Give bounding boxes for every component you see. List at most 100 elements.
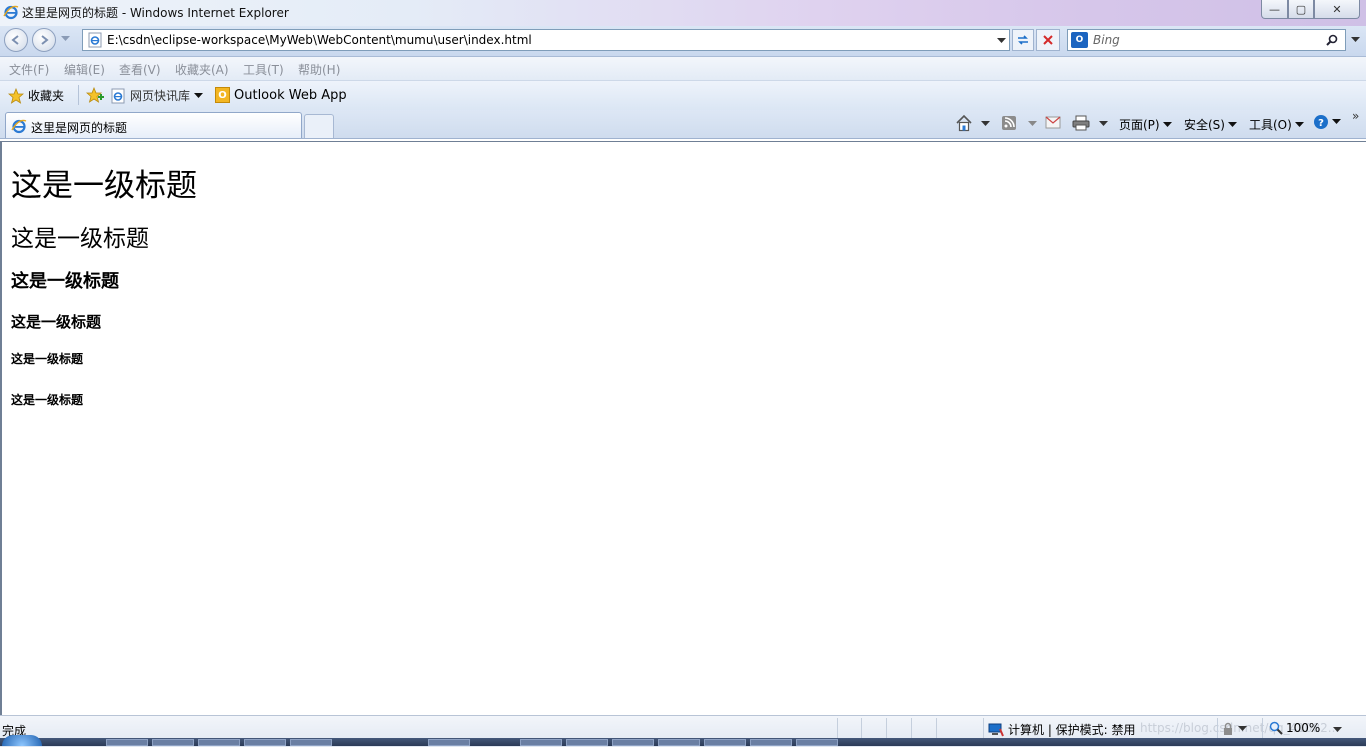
taskbar-button[interactable] bbox=[566, 739, 608, 746]
help-icon: ? bbox=[1314, 115, 1328, 129]
taskbar-button[interactable] bbox=[106, 739, 148, 746]
chevron-down-icon bbox=[1332, 119, 1341, 124]
address-input[interactable]: E:\csdn\eclipse-workspace\MyWeb\WebConte… bbox=[107, 33, 532, 47]
taskbar-button[interactable] bbox=[612, 739, 654, 746]
menu-bar: 文件(F) 编辑(E) 查看(V) 收藏夹(A) 工具(T) 帮助(H) bbox=[0, 57, 1366, 81]
tab-page-icon bbox=[11, 119, 27, 134]
protected-mode-settings[interactable] bbox=[1221, 722, 1247, 736]
safety-menu-label: 安全(S) bbox=[1184, 118, 1225, 132]
taskbar-button[interactable] bbox=[520, 739, 562, 746]
computer-icon bbox=[988, 723, 1004, 736]
heading-5: 这是一级标题 bbox=[11, 352, 84, 366]
help-menu[interactable]: ? bbox=[1313, 114, 1341, 130]
safety-menu[interactable]: 安全(S) bbox=[1184, 116, 1237, 133]
stop-x-icon bbox=[1043, 35, 1053, 45]
taskbar-button[interactable] bbox=[290, 739, 332, 746]
new-tab-button[interactable] bbox=[304, 114, 334, 138]
read-mail-icon[interactable] bbox=[1045, 116, 1061, 129]
tab-active[interactable]: 这里是网页的标题 bbox=[5, 112, 302, 138]
taskbar-button[interactable] bbox=[244, 739, 286, 746]
tools-menu-label: 工具(O) bbox=[1249, 118, 1292, 132]
taskbar-button[interactable] bbox=[198, 739, 240, 746]
taskbar-button[interactable] bbox=[428, 739, 470, 746]
status-divider bbox=[886, 718, 887, 738]
outlook-icon: O bbox=[215, 87, 230, 103]
print-dropdown-icon[interactable] bbox=[1099, 121, 1108, 127]
status-divider bbox=[837, 718, 838, 738]
favorites-bar: 收藏夹 网页快讯库 O Outlook Web App bbox=[0, 81, 1366, 110]
menu-file[interactable]: 文件(F) bbox=[9, 61, 49, 78]
outlook-web-app-link[interactable]: O Outlook Web App bbox=[215, 87, 347, 103]
window-title: 这里是网页的标题 - Windows Internet Explorer bbox=[22, 6, 289, 20]
rss-feed-icon[interactable] bbox=[1001, 115, 1017, 131]
star-icon bbox=[8, 87, 24, 104]
svg-text:?: ? bbox=[1318, 118, 1324, 129]
home-icon[interactable] bbox=[955, 114, 973, 132]
ie-logo-icon bbox=[3, 5, 19, 20]
taskbar-button[interactable] bbox=[658, 739, 700, 746]
web-slice-gallery[interactable]: 网页快讯库 bbox=[110, 87, 204, 104]
status-divider bbox=[983, 718, 984, 738]
page-menu-label: 页面(P) bbox=[1119, 118, 1160, 132]
start-orb-icon[interactable] bbox=[2, 735, 42, 746]
shield-lock-icon bbox=[1224, 722, 1232, 735]
address-bar[interactable]: E:\csdn\eclipse-workspace\MyWeb\WebConte… bbox=[82, 29, 1010, 51]
chevron-down-icon bbox=[1162, 121, 1172, 127]
back-button[interactable] bbox=[4, 28, 28, 52]
zoom-control[interactable]: 100% bbox=[1269, 721, 1320, 735]
zoom-level: 100% bbox=[1286, 721, 1321, 735]
menu-edit[interactable]: 编辑(E) bbox=[64, 61, 105, 78]
menu-favorites[interactable]: 收藏夹(A) bbox=[175, 61, 229, 78]
status-divider bbox=[911, 718, 912, 738]
security-zone-label: 计算机 | 保护模式: 禁用 bbox=[1008, 723, 1136, 737]
taskbar-button[interactable] bbox=[704, 739, 746, 746]
minimize-icon: — bbox=[1269, 2, 1280, 16]
status-divider bbox=[1262, 718, 1263, 738]
search-input[interactable]: Bing bbox=[1093, 33, 1120, 47]
menu-tools[interactable]: 工具(T) bbox=[243, 61, 284, 78]
zoom-dropdown-icon[interactable] bbox=[1333, 727, 1342, 733]
search-icon[interactable] bbox=[1326, 34, 1338, 46]
tools-menu[interactable]: 工具(O) bbox=[1249, 116, 1304, 133]
page-menu[interactable]: 页面(P) bbox=[1119, 116, 1172, 133]
tab-active-label: 这里是网页的标题 bbox=[31, 121, 128, 135]
page-content: 这是一级标题 这是一级标题 这是一级标题 这是一级标题 这是一级标题 这是一级标… bbox=[0, 141, 1366, 715]
security-zone[interactable]: 计算机 | 保护模式: 禁用 bbox=[988, 721, 1136, 738]
favorites-button[interactable]: 收藏夹 bbox=[8, 87, 64, 104]
chevron-down-icon bbox=[194, 92, 204, 98]
close-icon: ✕ bbox=[1332, 2, 1342, 16]
print-icon[interactable] bbox=[1072, 115, 1090, 131]
web-slice-label: 网页快讯库 bbox=[130, 89, 191, 103]
heading-6: 这是一级标题 bbox=[11, 393, 84, 407]
refresh-button[interactable] bbox=[1012, 29, 1034, 51]
chevron-down-icon bbox=[1238, 726, 1247, 731]
favbar-divider bbox=[78, 85, 79, 105]
history-dropdown-icon[interactable] bbox=[61, 36, 70, 42]
forward-button[interactable] bbox=[32, 28, 56, 52]
navigation-bar: E:\csdn\eclipse-workspace\MyWeb\WebConte… bbox=[0, 26, 1366, 57]
maximize-button[interactable]: ▢ bbox=[1288, 0, 1314, 19]
address-dropdown-icon[interactable] bbox=[997, 38, 1006, 44]
chevron-down-icon bbox=[1227, 121, 1237, 127]
refresh-icon bbox=[1018, 35, 1028, 45]
stop-button[interactable] bbox=[1036, 29, 1060, 51]
heading-2: 这是一级标题 bbox=[11, 226, 149, 252]
home-dropdown-icon[interactable] bbox=[981, 121, 990, 127]
feed-dropdown-icon[interactable] bbox=[1028, 121, 1037, 127]
add-favorite-icon[interactable] bbox=[86, 87, 104, 103]
chevron-more-icon[interactable]: » bbox=[1352, 109, 1359, 123]
web-slice-icon bbox=[111, 88, 125, 103]
taskbar-button[interactable] bbox=[796, 739, 838, 746]
taskbar-button[interactable] bbox=[152, 739, 194, 746]
search-options-icon[interactable] bbox=[1351, 37, 1360, 43]
page-icon bbox=[88, 32, 102, 48]
outlook-label: Outlook Web App bbox=[234, 87, 347, 103]
minimize-button[interactable]: — bbox=[1261, 0, 1288, 19]
taskbar-button[interactable] bbox=[750, 739, 792, 746]
menu-help[interactable]: 帮助(H) bbox=[298, 61, 340, 78]
heading-1: 这是一级标题 bbox=[11, 168, 197, 204]
search-box[interactable]: O Bing bbox=[1067, 29, 1346, 51]
close-window-button[interactable]: ✕ bbox=[1314, 0, 1360, 19]
maximize-icon: ▢ bbox=[1295, 2, 1307, 16]
menu-view[interactable]: 查看(V) bbox=[119, 61, 161, 78]
